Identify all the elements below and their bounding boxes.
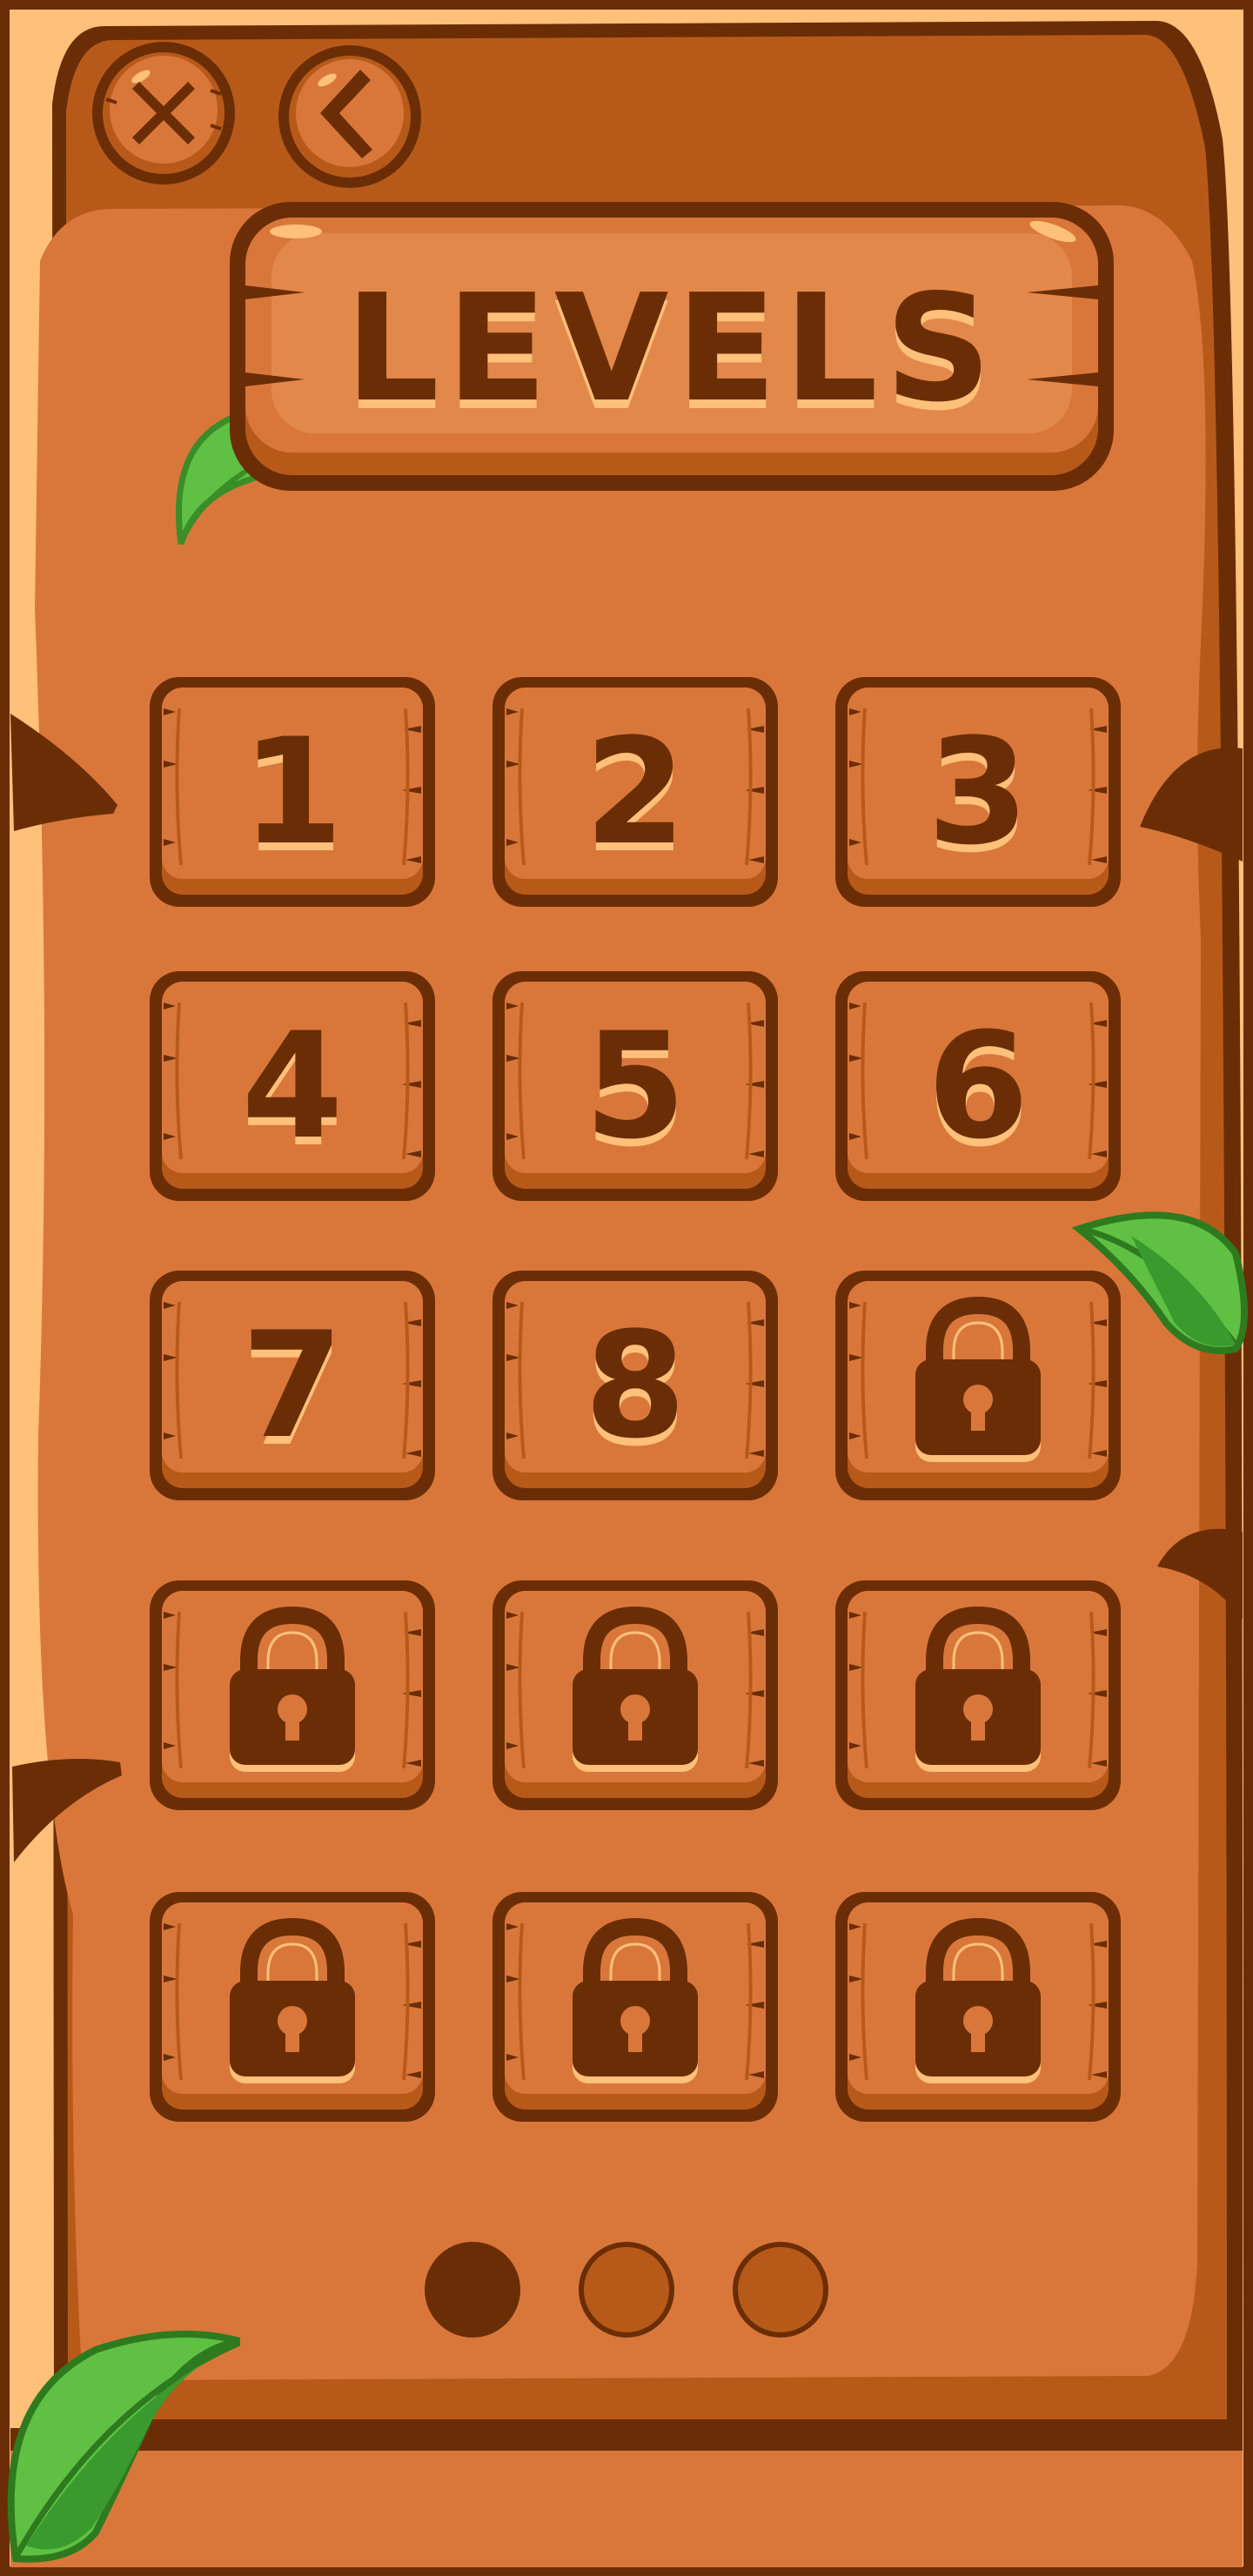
level-tile-locked[interactable] <box>832 1888 1124 2125</box>
page-dot[interactable] <box>733 2242 828 2338</box>
level-tile-6[interactable]: 6 <box>832 968 1124 1204</box>
level-number: 4 <box>241 1001 344 1171</box>
close-button[interactable] <box>89 38 238 188</box>
level-tile-locked[interactable] <box>146 1577 439 1814</box>
page-dot-active[interactable] <box>425 2242 520 2338</box>
lock-icon <box>915 1606 1041 1772</box>
level-number: 6 <box>927 1001 1029 1171</box>
lock-icon <box>915 1296 1041 1462</box>
level-tile-2[interactable]: 2 <box>489 674 781 910</box>
level-number: 3 <box>927 707 1029 877</box>
title-plaque: LEVELS <box>226 198 1117 494</box>
level-tile-locked[interactable] <box>146 1888 439 2125</box>
level-number: 2 <box>584 707 687 877</box>
lock-icon <box>573 1917 698 2083</box>
level-tile-locked[interactable] <box>489 1577 781 1814</box>
level-tile-locked[interactable] <box>489 1888 781 2125</box>
lock-icon <box>573 1606 698 1772</box>
level-number: 7 <box>241 1300 344 1471</box>
level-number: 1 <box>241 707 344 877</box>
back-button[interactable] <box>275 42 425 191</box>
level-tile-3[interactable]: 3 <box>832 674 1124 910</box>
lock-icon <box>915 1917 1041 2083</box>
lock-icon <box>230 1606 355 1772</box>
level-tile-8[interactable]: 8 <box>489 1267 781 1504</box>
level-number: 5 <box>584 1001 687 1171</box>
level-number: 8 <box>584 1300 687 1471</box>
level-tile-locked[interactable] <box>832 1267 1124 1504</box>
level-tile-1[interactable]: 1 <box>146 674 439 910</box>
page-title: LEVELS <box>345 263 999 435</box>
level-tile-4[interactable]: 4 <box>146 968 439 1204</box>
level-tile-locked[interactable] <box>832 1577 1124 1814</box>
lock-icon <box>230 1917 355 2083</box>
level-tile-7[interactable]: 7 <box>146 1267 439 1504</box>
level-tile-5[interactable]: 5 <box>489 968 781 1204</box>
page-dot[interactable] <box>579 2242 674 2338</box>
level-select-screen: LEVELS 1 2 3 4 5 6 7 8 <box>0 0 1253 2576</box>
